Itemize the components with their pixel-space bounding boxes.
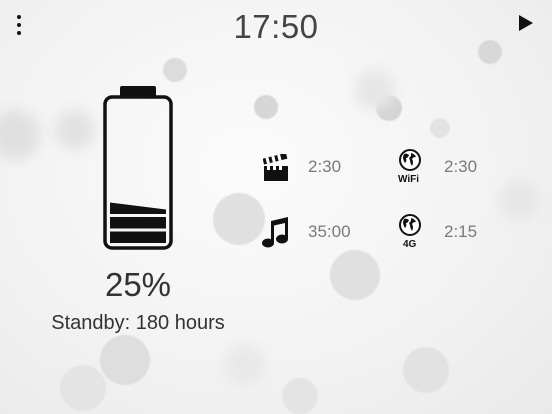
wifi-browsing-time: 2:30 — [444, 157, 478, 176]
bokeh-circle — [225, 345, 265, 385]
battery-level-bar — [110, 216, 166, 229]
battery-fill — [110, 202, 166, 243]
battery-level-bar — [110, 202, 166, 214]
bokeh-circle — [163, 58, 187, 82]
music-note-icon — [262, 215, 290, 254]
bokeh-circle — [0, 110, 40, 160]
bokeh-circle — [403, 347, 449, 393]
bokeh-circle — [282, 378, 318, 414]
battery-percent: 25% — [104, 266, 172, 303]
app-screen: 17:50 25% Standby: 180 hours 2:30 35:00 … — [0, 0, 552, 414]
video-playback-time: 2:30 — [308, 157, 342, 176]
battery-icon — [103, 84, 175, 257]
bokeh-circle — [254, 95, 278, 119]
bokeh-circle — [500, 180, 540, 220]
bokeh-circle — [60, 365, 106, 411]
play-icon[interactable] — [519, 15, 533, 31]
cellular-browsing-time: 2:15 — [444, 222, 478, 241]
battery-graphic — [103, 86, 173, 250]
cellular-label: 4G — [403, 239, 417, 250]
wifi-label: WiFi — [398, 174, 420, 185]
standby-time: Standby: 180 hours — [51, 312, 225, 334]
bokeh-circle — [430, 118, 450, 138]
battery-level-bar — [110, 231, 166, 243]
bokeh-circle — [330, 250, 380, 300]
clock-time: 17:50 — [233, 8, 319, 45]
music-playback-time: 35:00 — [308, 222, 351, 241]
bokeh-circle — [213, 193, 265, 245]
clapperboard-icon — [262, 152, 289, 187]
globe-icon — [399, 214, 421, 241]
globe-icon — [399, 149, 421, 176]
bokeh-circle — [100, 335, 150, 385]
bokeh-circle — [55, 110, 95, 150]
bokeh-circle — [355, 70, 395, 110]
